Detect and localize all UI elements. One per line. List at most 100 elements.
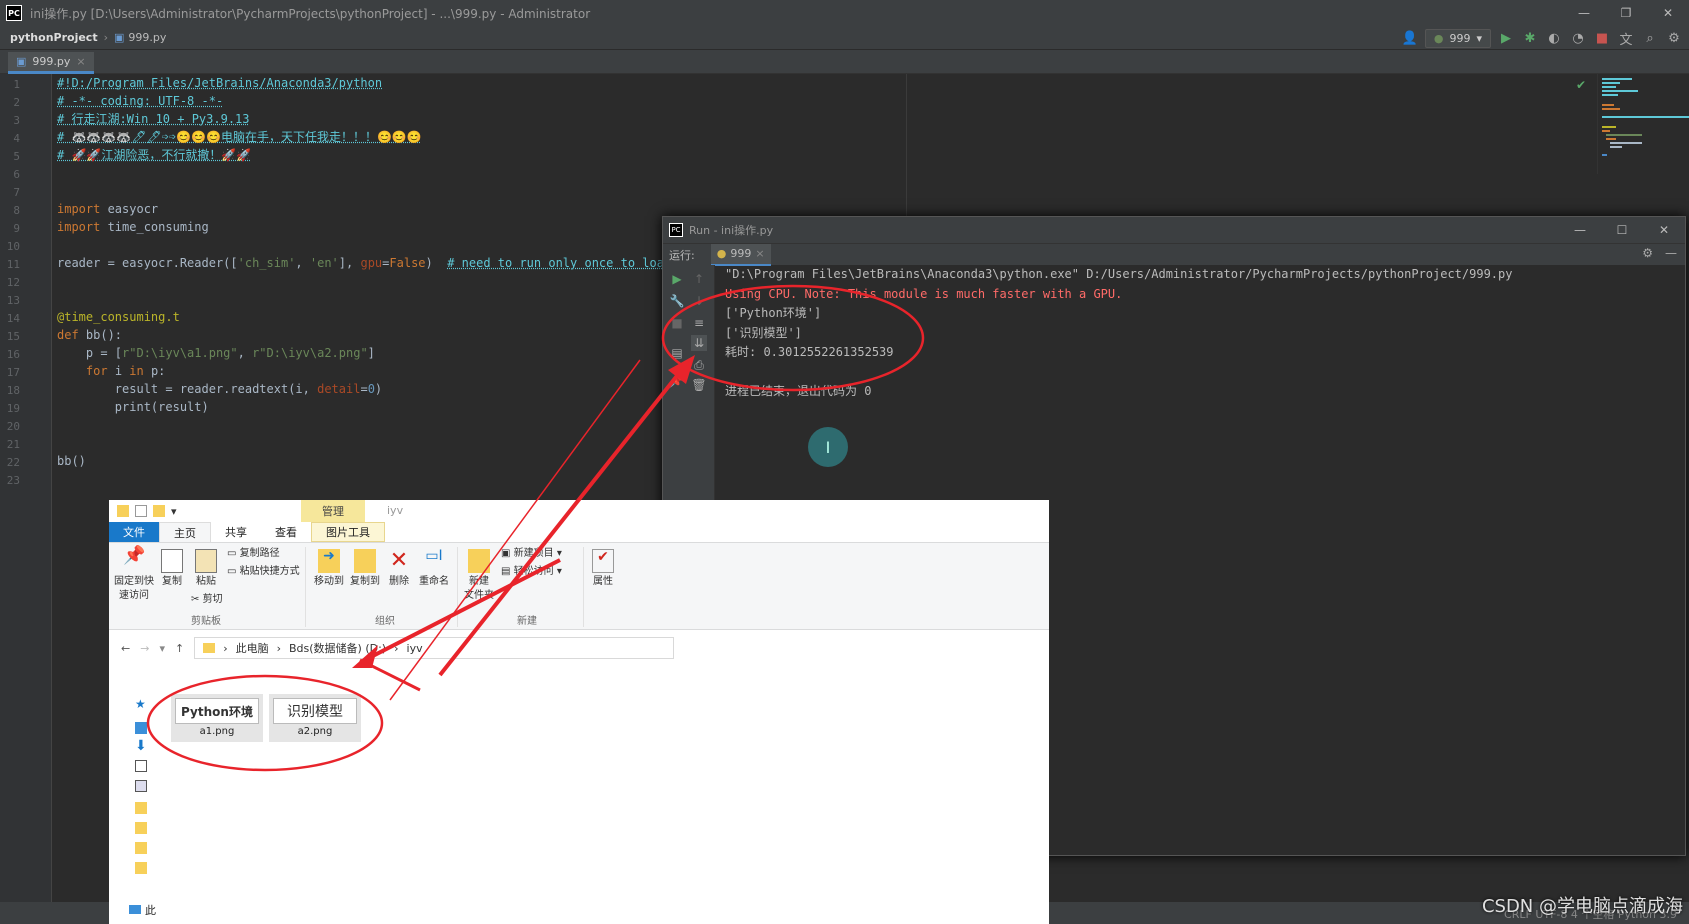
translate-icon[interactable]: 文 [1617, 29, 1635, 48]
print-icon[interactable]: ⎙ [691, 357, 707, 373]
paste-button[interactable]: 粘贴 [191, 549, 221, 589]
forward-arrow-icon[interactable]: → [140, 642, 149, 655]
run-maximize-button[interactable]: ☐ [1601, 217, 1643, 243]
divider [457, 547, 458, 627]
stop-icon[interactable]: ■ [1593, 29, 1611, 47]
wrench-icon[interactable]: 🔧 [669, 293, 685, 309]
soft-wrap-icon[interactable]: ≡ [691, 315, 707, 331]
nav-this-pc[interactable]: 此 [129, 902, 156, 918]
new-folder-quick-icon[interactable] [153, 505, 165, 517]
line-number: 12 [6, 276, 20, 289]
run-minimize-button[interactable]: — [1559, 217, 1601, 243]
tab-close-icon[interactable]: × [76, 55, 85, 68]
search-icon[interactable]: ⌕ [1641, 29, 1659, 47]
line-number: 11 [6, 258, 20, 271]
up-arrow-icon[interactable]: ↑ [175, 642, 184, 655]
ribbon-tab-picture-tools[interactable]: 图片工具 [311, 522, 385, 542]
back-arrow-icon[interactable]: ← [121, 642, 130, 655]
easy-access-button[interactable]: ▤ 轻松访问 ▾ [501, 565, 562, 579]
stop-icon[interactable]: ■ [669, 315, 685, 331]
profile-icon[interactable]: ◔ [1569, 29, 1587, 47]
run-configuration-select[interactable]: ● 999 ▾ [1424, 28, 1491, 48]
pin-label: 固定到快 速访问 [114, 576, 154, 601]
console-output[interactable]: "D:\Program Files\JetBrains\Anaconda3\py… [725, 265, 1675, 402]
coverage-icon[interactable]: ◐ [1545, 29, 1563, 47]
rename-button[interactable]: ▭I 重命名 [417, 549, 451, 589]
pictures-icon[interactable] [135, 780, 147, 792]
folder-icon[interactable] [135, 822, 147, 834]
downloads-arrow-icon[interactable]: ⬇ [135, 739, 147, 753]
rerun-icon[interactable]: ▶ [669, 271, 685, 287]
recent-chevron-icon[interactable]: ▾ [159, 642, 165, 655]
pin-icon[interactable]: 📌 [669, 373, 685, 389]
path-segment-folder[interactable]: iyv [407, 642, 423, 655]
code-line: def bb(): [57, 328, 123, 342]
new-item-button[interactable]: ▣ 新建项目 ▾ [501, 547, 562, 561]
close-button[interactable]: ✕ [1647, 0, 1689, 26]
run-tab-label: 999 [730, 247, 752, 260]
folder-icon[interactable] [135, 802, 147, 814]
trash-icon[interactable]: 🗑 [691, 377, 707, 393]
layout-icon[interactable]: ▤ [669, 345, 685, 361]
tab-label: 999.py [32, 55, 71, 68]
delete-button[interactable]: ✕ 删除 [385, 549, 413, 589]
maximize-button[interactable]: ❐ [1605, 0, 1647, 26]
copy-path-icon: ▭ [227, 548, 240, 559]
ribbon-tab-share[interactable]: 共享 [211, 522, 261, 542]
path-segment-drive[interactable]: Bds(数据储备) (D:) [289, 640, 386, 656]
customize-icon[interactable]: ▾ [171, 505, 177, 518]
run-tab-bar: 运行: ● 999 × ⚙ — [663, 243, 1685, 266]
file-item[interactable]: 识别模型 a2.png [269, 694, 361, 742]
run-tab-999[interactable]: ● 999 × [710, 243, 771, 266]
ribbon-tab-home[interactable]: 主页 [159, 522, 211, 542]
settings-gear-icon[interactable]: ⚙ [1665, 29, 1683, 47]
inspection-ok-icon[interactable]: ✔ [1576, 78, 1586, 92]
move-to-icon: ➜ [318, 549, 340, 573]
ribbon-tab-file[interactable]: 文件 [109, 522, 159, 542]
properties-quick-icon[interactable] [135, 505, 147, 517]
move-to-button[interactable]: ➜ 移动到 [313, 549, 345, 589]
scroll-to-end-icon[interactable]: ⇊ [691, 335, 707, 351]
properties-button[interactable]: ✔ 属性 [589, 549, 617, 589]
copy-path-label: 复制路径 [239, 548, 280, 559]
pin-quick-access-button[interactable]: 📌 固定到快 速访问 [113, 547, 155, 603]
divider [583, 547, 584, 627]
manage-context-tab[interactable]: 管理 [301, 500, 365, 522]
copy-button[interactable]: 复制 [157, 549, 187, 589]
desktop-icon[interactable] [135, 722, 147, 734]
breadcrumb-file[interactable]: 999.py [128, 31, 166, 44]
down-arrow-icon[interactable]: ↓ [691, 293, 707, 309]
this-pc-icon [129, 905, 141, 914]
user-icon[interactable]: 👤 [1401, 29, 1419, 47]
paste-shortcut-icon: ▭ [227, 566, 240, 577]
rename-label: 重命名 [419, 576, 449, 587]
copy-to-button[interactable]: 复制到 [349, 549, 381, 589]
paste-shortcut-button[interactable]: ▭ 粘贴快捷方式 [227, 565, 300, 579]
line-number-gutter: 1 2 3 4 5 6 7 8 9 10 11 12 13 14 15 16 17 18 19 20 21 22 23 [0, 74, 52, 924]
minimize-button[interactable]: — [1563, 0, 1605, 26]
path-segment-pc[interactable]: 此电脑 [236, 640, 269, 656]
tab-close-icon[interactable]: × [755, 247, 764, 260]
run-close-button[interactable]: ✕ [1643, 217, 1685, 243]
documents-icon[interactable] [135, 760, 147, 772]
console-line: 进程已结束，退出代码为 0 [725, 384, 872, 398]
debug-icon[interactable]: ✱ [1521, 29, 1539, 47]
editor-tab-999[interactable]: ▣ 999.py × [8, 52, 94, 74]
cut-button[interactable]: ✂ 剪切 [191, 593, 223, 607]
up-arrow-icon[interactable]: ↑ [691, 271, 707, 287]
copy-path-button[interactable]: ▭ 复制路径 [227, 547, 280, 561]
settings-gear-icon[interactable]: ⚙ [1642, 246, 1653, 260]
new-folder-button[interactable]: 新建 文件夹 [461, 549, 497, 603]
console-line: Using CPU. Note: This module is much fas… [725, 286, 1123, 301]
file-explorer-window[interactable]: ▾ 管理 iyv 文件 主页 共享 查看 图片工具 📌 固定到快 速访问 复制 粘… [109, 500, 1049, 924]
folder-icon[interactable] [135, 862, 147, 874]
address-bar[interactable]: › 此电脑 › Bds(数据储备) (D:) › iyv [194, 637, 675, 659]
quick-access-star-icon[interactable]: ★ [135, 698, 147, 710]
hide-icon[interactable]: — [1665, 246, 1677, 260]
code-minimap[interactable] [1597, 74, 1689, 174]
ribbon-tab-view[interactable]: 查看 [261, 522, 311, 542]
breadcrumb-project[interactable]: pythonProject [10, 31, 98, 44]
folder-icon[interactable] [135, 842, 147, 854]
file-item[interactable]: Python环境 a1.png [171, 694, 263, 742]
run-icon[interactable]: ▶ [1497, 29, 1515, 47]
